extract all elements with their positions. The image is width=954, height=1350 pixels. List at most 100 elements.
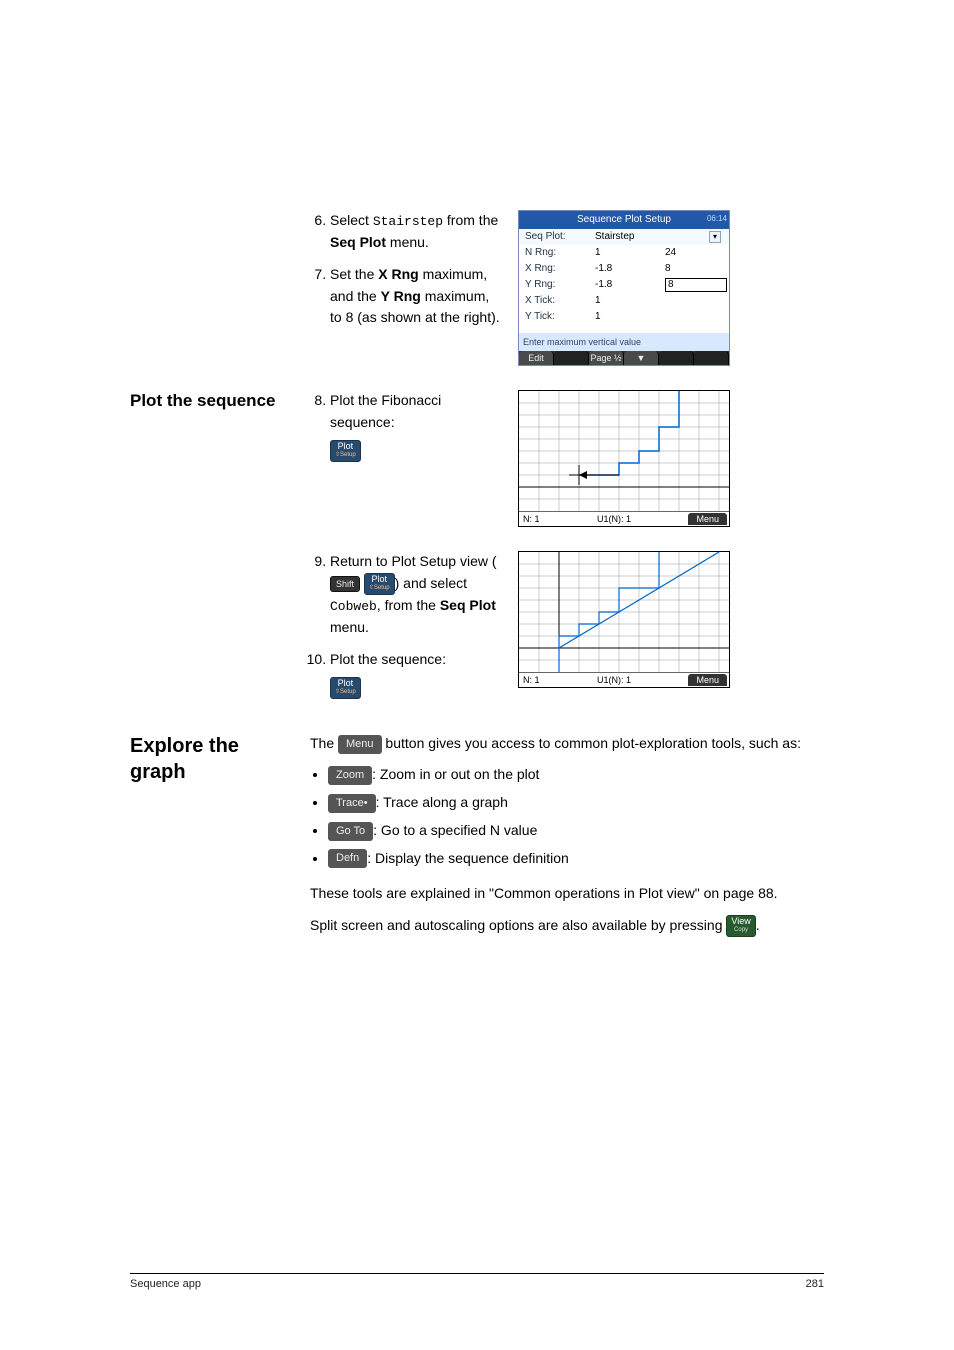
soft-page[interactable]: Page ½ xyxy=(589,351,624,365)
menu-button-icon: Menu xyxy=(338,735,382,754)
block-step9-10: Return to Plot Setup view (Shift Plot⇧Se… xyxy=(130,551,824,709)
explore-intro: The Menu button gives you access to comm… xyxy=(310,733,824,755)
zoom-button-icon: Zoom xyxy=(328,766,372,785)
soft-arrow[interactable]: ▼ xyxy=(624,351,659,365)
step6-bold: Seq Plot xyxy=(330,234,386,250)
step9-lead: Return to Plot Setup view ( xyxy=(330,553,497,569)
nrng-label: N Rng: xyxy=(525,246,595,260)
yrng-label: Y Rng: xyxy=(525,278,595,292)
xtick-label: X Tick: xyxy=(525,294,595,308)
plot-setup-title: Sequence Plot Setup 06:14 xyxy=(519,211,729,229)
goto-button-icon: Go To xyxy=(328,822,373,841)
plot-setup-screenshot: Sequence Plot Setup 06:14 Seq Plot: Stai… xyxy=(500,210,824,366)
footer-page: 281 xyxy=(806,1278,824,1290)
row-xrng: X Rng: -1.8 8 xyxy=(519,261,729,277)
trace-button-icon: Trace• xyxy=(328,794,376,813)
step10-text: Plot the sequence: xyxy=(330,651,446,667)
stairstep-plotbox: N: 1 U1(N): 1 Menu xyxy=(518,390,730,527)
yrng-v1: -1.8 xyxy=(595,278,665,292)
nrng-v2: 24 xyxy=(665,246,723,260)
stairstep-status: N: 1 U1(N): 1 Menu xyxy=(519,511,729,526)
block-steps6-7: Select Stairstep from the Seq Plot menu.… xyxy=(130,210,824,366)
explore-para1: These tools are explained in "Common ope… xyxy=(310,883,824,905)
defn-desc: : Display the sequence definition xyxy=(367,850,569,866)
plot-key-sub: ⇧Setup xyxy=(335,451,356,460)
cobweb-plot: N: 1 U1(N): 1 Menu xyxy=(500,551,824,688)
soft-edit[interactable]: Edit xyxy=(519,351,554,365)
step-10: Plot the sequence: Plot ⇧Setup xyxy=(330,649,500,699)
plot-key-sub-3: ⇧Setup xyxy=(335,688,356,697)
side-plot-sequence: Plot the sequence xyxy=(130,390,310,412)
stairstep-plot: N: 1 U1(N): 1 Menu xyxy=(500,390,824,527)
defn-button-icon: Defn xyxy=(328,849,367,868)
zoom-desc: : Zoom in or out on the plot xyxy=(372,766,539,782)
stairstep-u: U1(N): 1 xyxy=(540,514,689,524)
plot-key-icon-3: Plot ⇧Setup xyxy=(330,677,361,699)
step6-tail: menu. xyxy=(386,234,429,250)
plot-setup-title-text: Sequence Plot Setup xyxy=(577,214,671,225)
step7-lead: Set the xyxy=(330,266,378,282)
dropdown-icon[interactable]: ▾ xyxy=(709,231,721,243)
footer-app: Sequence app xyxy=(130,1278,201,1290)
page: Select Stairstep from the Seq Plot menu.… xyxy=(0,0,954,1350)
step-6: Select Stairstep from the Seq Plot menu. xyxy=(330,210,500,254)
step6-mid: from the xyxy=(443,212,498,228)
plot-key-sub-2: ⇧Setup xyxy=(369,584,390,593)
tool-trace: Trace•: Trace along a graph xyxy=(328,792,824,814)
view-key-icon: ViewCopy xyxy=(726,915,755,937)
step9-code: Cobweb xyxy=(330,599,377,614)
tool-zoom: Zoom: Zoom in or out on the plot xyxy=(328,764,824,786)
xtick-v: 1 xyxy=(595,294,665,308)
block-step8: Plot the sequence Plot the Fibonacci seq… xyxy=(130,390,824,527)
seqplot-label: Seq Plot: xyxy=(525,230,595,244)
stairstep-menu[interactable]: Menu xyxy=(688,513,727,525)
cobweb-plotbox: N: 1 U1(N): 1 Menu xyxy=(518,551,730,688)
soft-empty xyxy=(554,351,589,365)
tool-defn: Defn: Display the sequence definition xyxy=(328,848,824,870)
step8-text: Plot the Fibonacci sequence: xyxy=(330,392,441,430)
step7-b2: Y Rng xyxy=(381,288,421,304)
text-step8: Plot the Fibonacci sequence: Plot ⇧Setup xyxy=(310,390,500,472)
tool-goto: Go To: Go to a specified N value xyxy=(328,820,824,842)
cobweb-n: N: 1 xyxy=(519,675,540,685)
cobweb-u: U1(N): 1 xyxy=(540,675,689,685)
goto-desc: : Go to a specified N value xyxy=(373,822,537,838)
text-steps6-7: Select Stairstep from the Seq Plot menu.… xyxy=(310,210,500,339)
ytick-label: Y Tick: xyxy=(525,310,595,324)
softkey-bar: Edit Page ½ ▼ xyxy=(519,351,729,365)
row-xtick: X Tick: 1 xyxy=(519,293,729,309)
explore-rest: button gives you access to common plot-e… xyxy=(382,735,801,751)
plot-key-icon: Plot ⇧Setup xyxy=(330,440,361,462)
cobweb-svg xyxy=(519,552,729,672)
seqplot-value: Stairstep xyxy=(595,230,665,244)
xrng-v1: -1.8 xyxy=(595,262,665,276)
step6-code: Stairstep xyxy=(373,214,443,229)
ytick-v: 1 xyxy=(595,310,665,324)
step9-mid: ) and select xyxy=(395,575,467,591)
explore-lead: The xyxy=(310,735,338,751)
row-yrng: Y Rng: -1.8 8 xyxy=(519,277,729,293)
text-step9-10: Return to Plot Setup view (Shift Plot⇧Se… xyxy=(310,551,500,709)
xrng-v2: 8 xyxy=(665,262,723,276)
plot-key-top-2: Plot xyxy=(372,575,388,584)
step9-bold: Seq Plot xyxy=(440,597,496,613)
page-footer: Sequence app 281 xyxy=(130,1273,824,1290)
row-nrng: N Rng: 1 24 xyxy=(519,245,729,261)
step9-mid2: , from the xyxy=(377,597,440,613)
explore-para2: Split screen and autoscaling options are… xyxy=(310,915,824,937)
cobweb-menu[interactable]: Menu xyxy=(688,674,727,686)
explore-content: The Menu button gives you access to comm… xyxy=(310,733,824,947)
yrng-max-input[interactable]: 8 xyxy=(665,278,727,292)
xrng-label: X Rng: xyxy=(525,262,595,276)
plot-key-top: Plot xyxy=(338,442,354,451)
para2-lead: Split screen and autoscaling options are… xyxy=(310,917,726,933)
step7-b1: X Rng xyxy=(378,266,418,282)
block-explore: Explore the graph The Menu button gives … xyxy=(130,733,824,947)
view-key-top: View xyxy=(731,917,750,926)
trace-desc: : Trace along a graph xyxy=(376,794,508,810)
step6-lead: Select xyxy=(330,212,373,228)
side-explore: Explore the graph xyxy=(130,733,310,785)
prompt-text: Enter maximum vertical value xyxy=(519,333,729,351)
cobweb-status: N: 1 U1(N): 1 Menu xyxy=(519,672,729,687)
tool-list: Zoom: Zoom in or out on the plot Trace•:… xyxy=(328,764,824,869)
